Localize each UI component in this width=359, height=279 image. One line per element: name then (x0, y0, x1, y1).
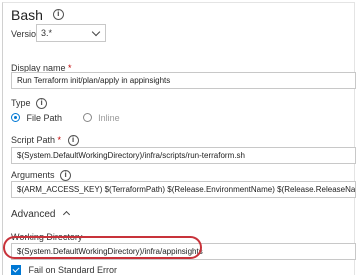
task-title-row: Bash i (11, 7, 64, 23)
type-radio-group: File Path Inline (11, 112, 138, 123)
fail-on-stderr-row[interactable]: Fail on Standard Error (11, 264, 117, 275)
display-name-input[interactable]: Run Terraform init/plan/apply in appinsi… (11, 72, 356, 89)
task-panel: Bash i Version 3.* Display name * Run Te… (2, 2, 356, 275)
radio-file-path[interactable] (11, 113, 20, 123)
script-path-label-text: Script Path (11, 135, 56, 145)
version-value: 3.* (41, 28, 53, 38)
type-label-text: Type (11, 98, 31, 108)
required-mark: * (57, 135, 62, 145)
chevron-up-icon (63, 210, 71, 219)
fail-on-stderr-checkbox[interactable] (11, 264, 21, 275)
info-icon[interactable]: i (52, 8, 64, 20)
arguments-label: Arguments i (11, 170, 72, 182)
arguments-input[interactable]: $(ARM_ACCESS_KEY) $(TerraformPath) $(Rel… (11, 181, 356, 198)
fail-on-stderr-label[interactable]: Fail on Standard Error (29, 265, 118, 275)
version-select[interactable]: 3.* (36, 24, 106, 42)
task-title: Bash (11, 7, 43, 23)
radio-inline-label[interactable]: Inline (98, 113, 120, 123)
script-path-input[interactable]: $(System.DefaultWorkingDirectory)/infra/… (11, 147, 356, 164)
type-label: Type i (11, 98, 48, 110)
arguments-label-text: Arguments (11, 170, 55, 180)
info-icon[interactable]: i (67, 135, 79, 147)
radio-file-path-label[interactable]: File Path (27, 113, 63, 123)
script-path-label: Script Path * i (11, 135, 79, 147)
chevron-down-icon (91, 27, 101, 37)
radio-inline[interactable] (82, 113, 92, 123)
advanced-label: Advanced (11, 209, 56, 220)
info-icon[interactable]: i (60, 170, 72, 182)
advanced-section-toggle[interactable]: Advanced (11, 209, 71, 220)
highlight-annotation (3, 236, 202, 259)
info-icon[interactable]: i (36, 98, 48, 110)
